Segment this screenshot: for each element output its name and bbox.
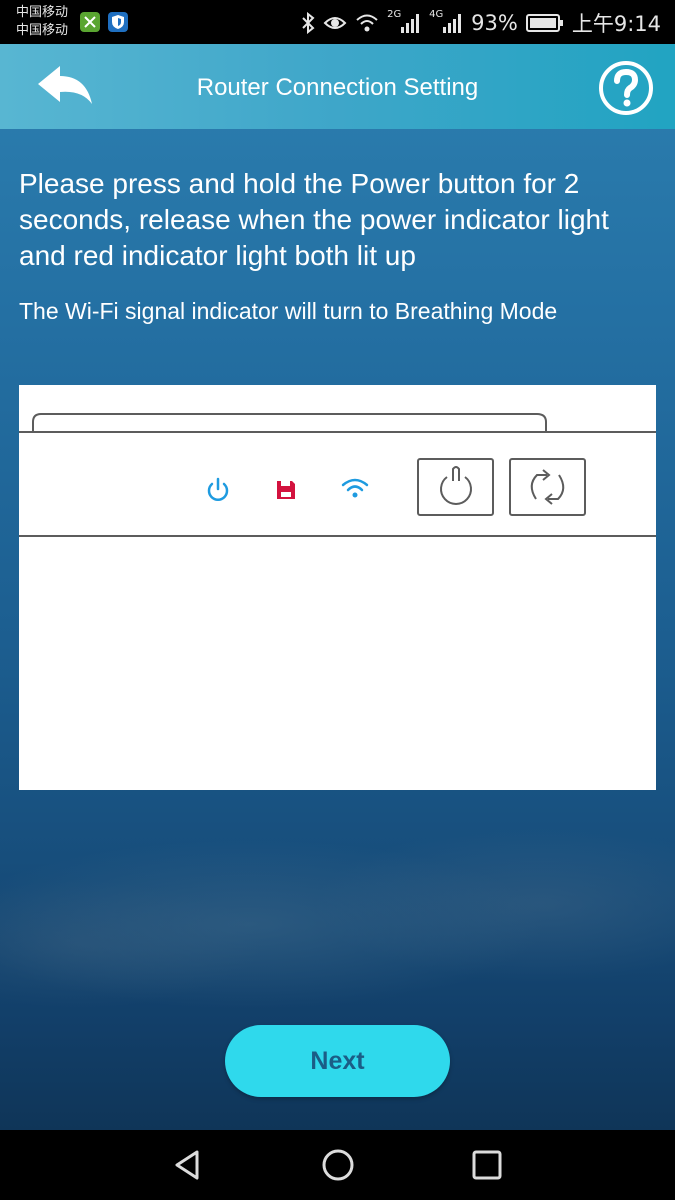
carrier-1: 中国移动 (16, 5, 69, 20)
app-shield-icon (108, 12, 128, 32)
reset-button-icon (509, 458, 586, 516)
help-button[interactable] (598, 60, 654, 116)
power-indicator-icon (207, 477, 229, 501)
battery-percent: 93% (471, 11, 518, 35)
signal-4g-icon: 4G (429, 9, 463, 35)
status-right: 2G 4G 93% 上午9:14 (301, 8, 661, 38)
router-diagram (19, 413, 656, 537)
home-nav-icon[interactable] (320, 1147, 356, 1183)
system-nav-bar (0, 1130, 675, 1200)
wifi-indicator-icon (341, 478, 369, 498)
storage-indicator-icon (277, 481, 295, 499)
eye-icon (323, 13, 347, 33)
wifi-icon (355, 13, 379, 33)
note-text: The Wi-Fi signal indicator will turn to … (19, 298, 558, 324)
instruction-text: Please press and hold the Power button f… (19, 168, 609, 271)
app-green-icon (80, 12, 100, 32)
next-button[interactable]: Next (225, 1025, 450, 1097)
battery-icon (525, 13, 564, 33)
back-nav-icon[interactable] (170, 1147, 206, 1183)
recents-nav-icon[interactable] (469, 1147, 505, 1183)
app-header: Router Connection Setting (0, 44, 675, 129)
carrier-labels: 中国移动 中国移动 (16, 4, 68, 40)
status-bar: 中国移动 中国移动 2G 4G 93% 上午9:14 (0, 0, 675, 44)
carrier-2: 中国移动 (16, 23, 69, 38)
page-title: Router Connection Setting (196, 74, 479, 101)
help-icon (599, 61, 653, 115)
router-illustration (19, 385, 656, 790)
bluetooth-icon (301, 12, 315, 34)
signal-2g-icon: 2G (387, 9, 421, 35)
power-button-icon (417, 458, 494, 516)
clock: 上午9:14 (571, 12, 661, 36)
